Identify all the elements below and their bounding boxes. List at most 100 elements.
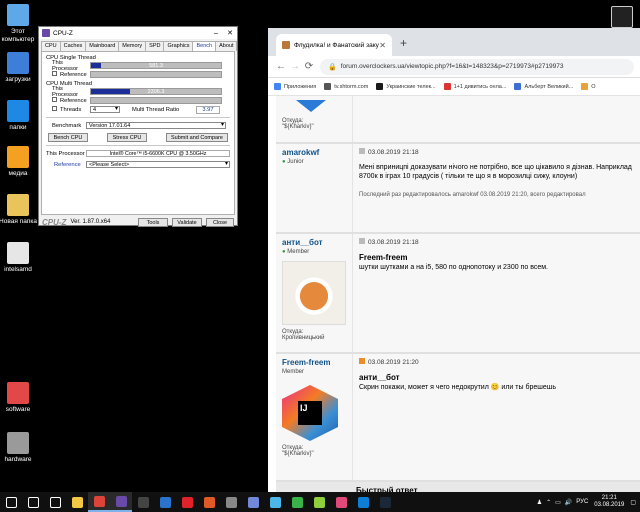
- bookmark-item[interactable]: О: [581, 83, 596, 90]
- bookmark-item[interactable]: Украинские телек...: [376, 83, 436, 90]
- minimize-icon[interactable]: –: [209, 30, 223, 37]
- threads-label: Threads: [60, 107, 82, 113]
- desktop-icon-label: Новая папка: [0, 218, 37, 225]
- language-indicator[interactable]: РУС: [576, 499, 588, 505]
- reload-icon[interactable]: ⟳: [302, 61, 316, 72]
- system-tray: ♟ ⌃ ▭ 🔊 РУС 21:21 03.08.2019 ▢: [537, 495, 640, 509]
- tool-icon: [269, 496, 281, 508]
- stress-cpu-button[interactable]: Stress CPU: [107, 133, 147, 142]
- bookmark-icon: [581, 83, 589, 90]
- close-icon[interactable]: ✕: [223, 29, 237, 37]
- tab-close-icon[interactable]: ✕: [379, 41, 386, 50]
- this-processor-value: Intel® Core™ i5-6600K CPU @ 3.50GHz: [86, 150, 230, 157]
- taskbar-chrome-button[interactable]: [88, 492, 110, 512]
- tab-mainboard[interactable]: Mainboard: [85, 41, 120, 51]
- quick-reply-heading[interactable]: Быстрый ответ: [276, 482, 640, 492]
- desktop-icon[interactable]: загрузки: [0, 52, 40, 84]
- desktop-icon[interactable]: Этот компьютер: [0, 4, 40, 43]
- validate-button[interactable]: Validate: [172, 217, 202, 227]
- network-icon[interactable]: ▭: [555, 499, 561, 506]
- tab-bench[interactable]: Bench: [192, 41, 217, 51]
- bookmark-item[interactable]: 1+1 дивитись онла...: [443, 83, 507, 90]
- benchmark-select[interactable]: Version 17.01.64: [86, 122, 226, 129]
- desktop-item-icon: [7, 382, 29, 404]
- bookmark-label: 1+1 дивитись онла...: [453, 83, 507, 90]
- multi-ref-checkbox[interactable]: [52, 97, 57, 102]
- post-rank: ● Member: [282, 249, 310, 255]
- forward-icon[interactable]: →: [288, 61, 302, 72]
- tab-caches[interactable]: Caches: [59, 41, 87, 51]
- taskbar-explorer-button[interactable]: [66, 492, 88, 512]
- tab-graphics[interactable]: Graphics: [163, 41, 194, 51]
- taskbar-green2-button[interactable]: [308, 492, 330, 512]
- taskbar-pink-button[interactable]: [330, 492, 352, 512]
- threads-select[interactable]: 4: [90, 106, 120, 113]
- new-tab-icon[interactable]: +: [400, 36, 407, 50]
- forum-favicon-icon: [282, 41, 290, 49]
- browser-tab[interactable]: Флудилка! и Фанатский закуто ✕: [276, 34, 392, 56]
- mail-icon: [159, 496, 171, 508]
- tab-memory[interactable]: Memory: [118, 41, 147, 51]
- bench-cpu-button[interactable]: Bench CPU: [48, 133, 88, 142]
- bookmark-item[interactable]: Альберт Великий...: [514, 83, 573, 90]
- desktop-icon-crest[interactable]: [600, 6, 640, 30]
- calculator-icon: [137, 496, 149, 508]
- taskbar-search-button[interactable]: [22, 492, 44, 512]
- taskbar-mail-button[interactable]: [154, 492, 176, 512]
- tab-spd[interactable]: SPD: [145, 41, 165, 51]
- tab-cpu[interactable]: CPU: [41, 41, 61, 51]
- lock-icon: 🔒: [328, 63, 337, 71]
- taskbar-tool-button[interactable]: [264, 492, 286, 512]
- start-icon: [5, 496, 17, 508]
- single-this-value: 581.3: [149, 63, 163, 69]
- taskbar-start-button[interactable]: [0, 492, 22, 512]
- bookmark-item[interactable]: Приложения: [274, 83, 316, 90]
- bench-panel: CPU Single Thread This Processor 581.3 R…: [41, 51, 235, 215]
- threads-checkbox[interactable]: [52, 106, 57, 111]
- tab-about[interactable]: About: [215, 41, 238, 51]
- notifications-icon[interactable]: ▢: [630, 499, 636, 506]
- taskbar-app-button[interactable]: [220, 492, 242, 512]
- single-ref-checkbox[interactable]: [52, 71, 57, 76]
- discord-icon: [247, 496, 259, 508]
- close-button[interactable]: Close: [206, 217, 234, 227]
- reference-select[interactable]: <Please Select>: [86, 161, 230, 168]
- desktop-icon[interactable]: Новая папка: [0, 194, 40, 226]
- tools-button[interactable]: Tools: [138, 217, 168, 227]
- taskbar-cpu-z-button[interactable]: [110, 492, 132, 512]
- submit-compare-button[interactable]: Submit and Compare: [166, 133, 228, 142]
- post-amarokwf: amarokwf ● Junior 03.08.2019 21:18 Мені …: [276, 144, 640, 234]
- post-date: 03.08.2019 21:18: [359, 148, 634, 157]
- cpuz-titlebar[interactable]: CPU-Z – ✕: [39, 27, 237, 39]
- app-icon: [225, 496, 237, 508]
- taskbar-calculator-button[interactable]: [132, 492, 154, 512]
- clock[interactable]: 21:21 03.08.2019: [594, 495, 624, 509]
- taskbar-steam-button[interactable]: [374, 492, 396, 512]
- tray-chevron-icon[interactable]: ⌃: [546, 499, 551, 506]
- bookmark-label: tv.shtorm.com: [334, 83, 369, 90]
- desktop-icon[interactable]: папки: [0, 100, 40, 132]
- address-bar[interactable]: 🔒 forum.overclockers.ua/viewtopic.php?f=…: [320, 58, 634, 75]
- tray-person-icon[interactable]: ♟: [537, 499, 542, 506]
- bookmark-label: Альберт Великий...: [524, 83, 574, 90]
- taskbar-aimp-button[interactable]: [198, 492, 220, 512]
- desktop-icon[interactable]: intelsamd: [0, 242, 40, 274]
- taskbar-green-button[interactable]: [286, 492, 308, 512]
- clock-date: 03.08.2019: [594, 502, 625, 508]
- back-icon[interactable]: ←: [274, 61, 288, 72]
- post-author[interactable]: Freem-freem: [282, 358, 346, 367]
- desktop-icon-label: медиа: [8, 170, 28, 177]
- desktop-icon[interactable]: медиа: [0, 146, 40, 178]
- taskbar-discord-button[interactable]: [242, 492, 264, 512]
- desktop-icon-label: загрузки: [5, 76, 31, 83]
- post-author[interactable]: amarokwf: [282, 148, 346, 157]
- post-author[interactable]: анти__бот: [282, 238, 346, 247]
- taskbar-opera-button[interactable]: [176, 492, 198, 512]
- taskbar-teamviewer-button[interactable]: [352, 492, 374, 512]
- post-icon: [359, 238, 365, 244]
- bookmark-item[interactable]: tv.shtorm.com: [324, 83, 368, 90]
- taskbar-taskview-button[interactable]: [44, 492, 66, 512]
- desktop-icon[interactable]: software: [0, 382, 40, 414]
- desktop-icon[interactable]: hardware: [0, 432, 40, 464]
- volume-icon[interactable]: 🔊: [565, 499, 572, 506]
